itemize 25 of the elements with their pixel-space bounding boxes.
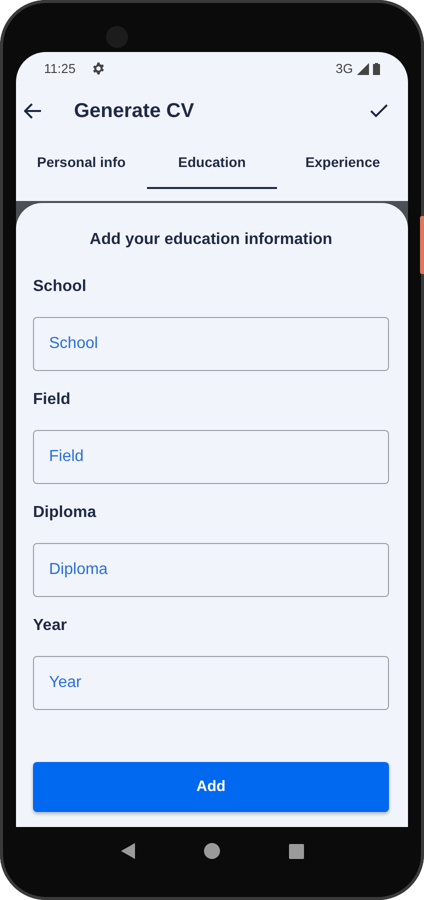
home-icon[interactable] [204, 843, 220, 859]
field-label: Diploma [33, 503, 98, 523]
check-icon[interactable] [370, 104, 388, 118]
settings-icon [92, 62, 105, 75]
field-label: School [33, 277, 88, 297]
battery-icon [373, 62, 380, 74]
form-heading: Add your education information [88, 230, 334, 250]
tab[interactable]: Experience [277, 137, 408, 189]
screen-title: Generate CV [74, 99, 194, 124]
input-field[interactable]: Field [33, 430, 389, 484]
signal-icon [357, 62, 369, 74]
add-button[interactable]: Add [33, 762, 389, 812]
back-icon[interactable] [120, 843, 134, 859]
input-field[interactable]: School [33, 317, 389, 371]
field-label: Year [33, 616, 68, 636]
tab[interactable]: Education [146, 137, 278, 189]
back-arrow-icon[interactable] [24, 103, 42, 119]
side-key [420, 216, 424, 274]
recents-icon[interactable] [288, 844, 304, 858]
input-field[interactable]: Diploma [33, 543, 389, 597]
input-field[interactable]: Year [33, 656, 389, 710]
field-label: Field [33, 390, 72, 410]
tab[interactable]: Personal info [16, 137, 147, 189]
status-time: 11:25 [44, 60, 76, 78]
network-type: 3G [336, 60, 353, 78]
